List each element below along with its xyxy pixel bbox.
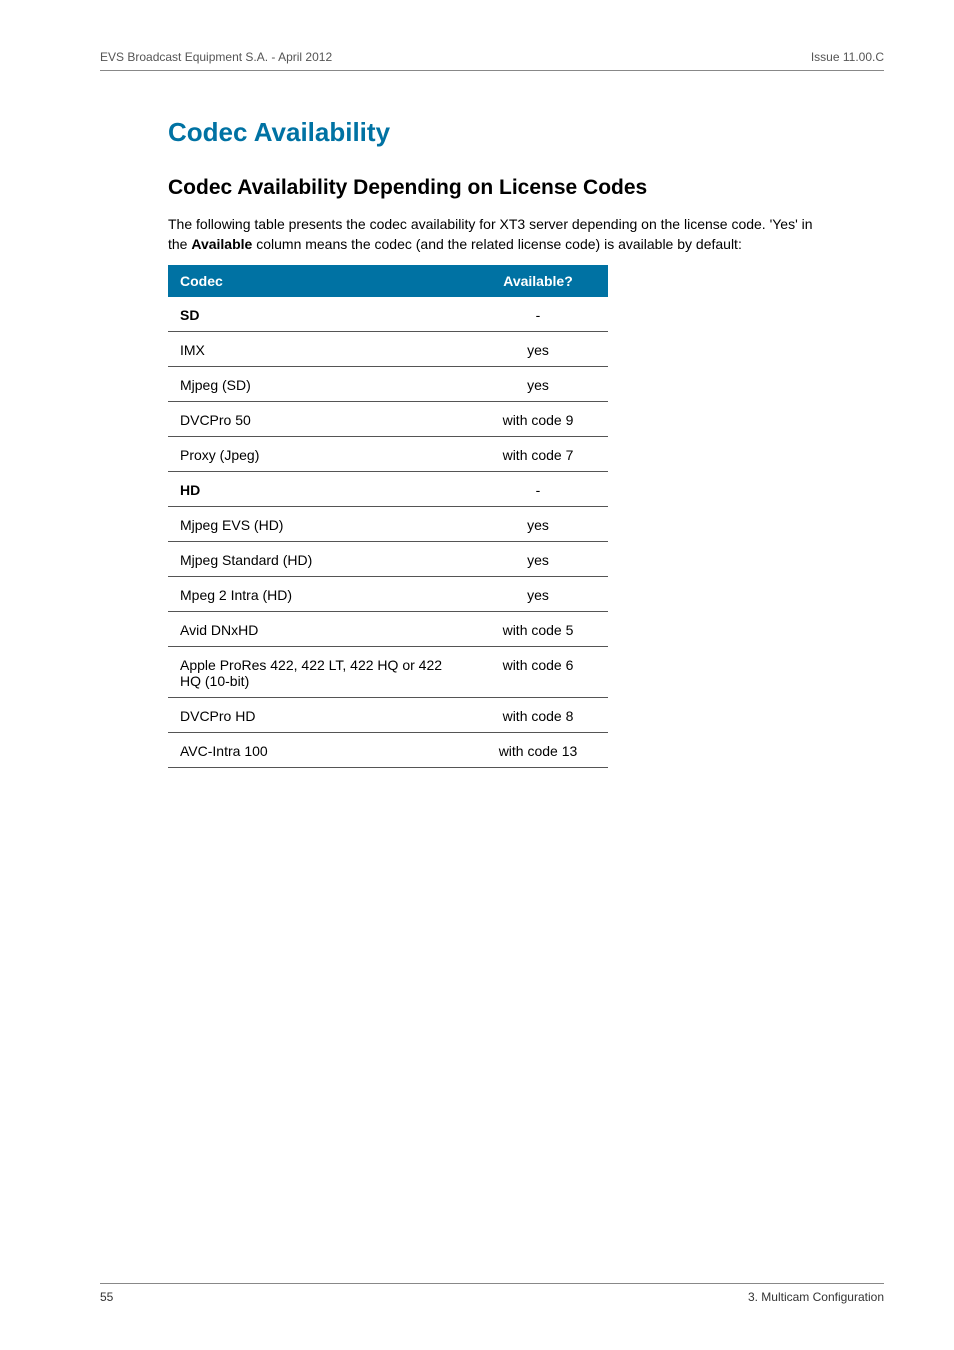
codec-name-cell: Mjpeg (SD): [168, 366, 468, 401]
intro-post: column means the codec (and the related …: [252, 236, 742, 252]
subsection-title: Codec Availability Depending on License …: [168, 176, 820, 200]
page-number: 55: [100, 1290, 113, 1304]
codec-name-cell: Mpeg 2 Intra (HD): [168, 576, 468, 611]
available-cell: yes: [468, 366, 608, 401]
table-row: HD-: [168, 471, 608, 506]
codec-name-cell: Mjpeg Standard (HD): [168, 541, 468, 576]
codec-name-cell: SD: [168, 297, 468, 332]
header-right: Issue 11.00.C: [811, 50, 884, 64]
table-row: Mjpeg Standard (HD)yes: [168, 541, 608, 576]
codec-table-body: SD-IMXyesMjpeg (SD)yesDVCPro 50with code…: [168, 297, 608, 768]
table-row: Avid DNxHDwith code 5: [168, 611, 608, 646]
chapter-label: 3. Multicam Configuration: [748, 1290, 884, 1304]
available-cell: with code 6: [468, 646, 608, 697]
header-rule: [100, 70, 884, 71]
table-row: Apple ProRes 422, 422 LT, 422 HQ or 422 …: [168, 646, 608, 697]
codec-table: Codec Available? SD-IMXyesMjpeg (SD)yesD…: [168, 265, 608, 768]
available-cell: yes: [468, 331, 608, 366]
available-cell: yes: [468, 541, 608, 576]
intro-paragraph: The following table presents the codec a…: [168, 214, 820, 255]
available-cell: with code 7: [468, 436, 608, 471]
table-row: DVCPro 50with code 9: [168, 401, 608, 436]
table-row: Mjpeg (SD)yes: [168, 366, 608, 401]
available-cell: with code 9: [468, 401, 608, 436]
intro-bold: Available: [191, 236, 252, 252]
available-cell: yes: [468, 506, 608, 541]
page-frame: EVS Broadcast Equipment S.A. - April 201…: [0, 0, 954, 768]
available-cell: with code 8: [468, 697, 608, 732]
table-row: AVC-Intra 100with code 13: [168, 732, 608, 767]
codec-name-cell: AVC-Intra 100: [168, 732, 468, 767]
table-row: Mjpeg EVS (HD)yes: [168, 506, 608, 541]
codec-name-cell: Apple ProRes 422, 422 LT, 422 HQ or 422 …: [168, 646, 468, 697]
available-cell: with code 13: [468, 732, 608, 767]
col-header-available: Available?: [468, 265, 608, 297]
footer-row: 55 3. Multicam Configuration: [100, 1290, 884, 1304]
section-title: Codec Availability: [168, 117, 820, 148]
table-row: DVCPro HDwith code 8: [168, 697, 608, 732]
codec-name-cell: DVCPro 50: [168, 401, 468, 436]
col-header-codec: Codec: [168, 265, 468, 297]
footer-rule: [100, 1283, 884, 1284]
running-footer: 55 3. Multicam Configuration: [0, 1283, 954, 1304]
codec-name-cell: Proxy (Jpeg): [168, 436, 468, 471]
table-header-row: Codec Available?: [168, 265, 608, 297]
codec-name-cell: HD: [168, 471, 468, 506]
table-row: Mpeg 2 Intra (HD)yes: [168, 576, 608, 611]
codec-name-cell: IMX: [168, 331, 468, 366]
table-row: SD-: [168, 297, 608, 332]
available-cell: with code 5: [468, 611, 608, 646]
running-header: EVS Broadcast Equipment S.A. - April 201…: [100, 50, 884, 70]
header-left: EVS Broadcast Equipment S.A. - April 201…: [100, 50, 332, 64]
available-cell: -: [468, 471, 608, 506]
codec-name-cell: Avid DNxHD: [168, 611, 468, 646]
codec-name-cell: DVCPro HD: [168, 697, 468, 732]
available-cell: yes: [468, 576, 608, 611]
table-row: Proxy (Jpeg)with code 7: [168, 436, 608, 471]
available-cell: -: [468, 297, 608, 332]
table-row: IMXyes: [168, 331, 608, 366]
content-block: Codec Availability Codec Availability De…: [100, 117, 820, 768]
codec-name-cell: Mjpeg EVS (HD): [168, 506, 468, 541]
